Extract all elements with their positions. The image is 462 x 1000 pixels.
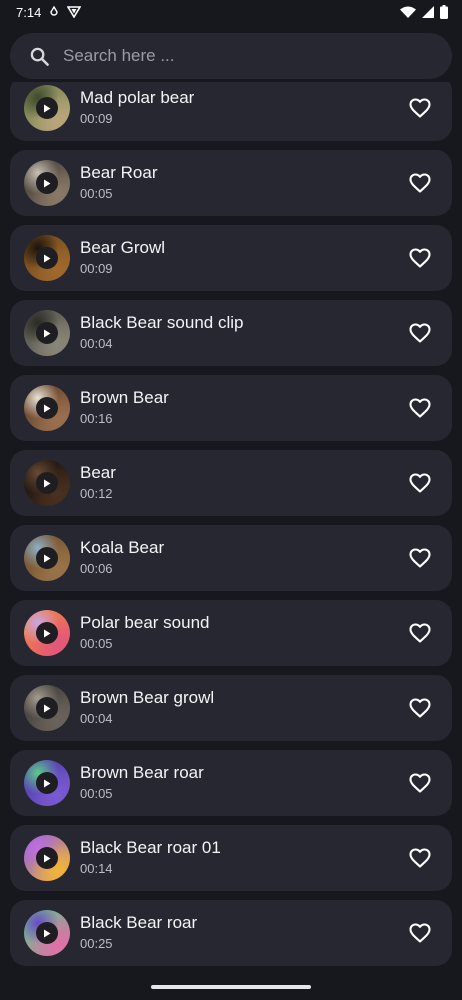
sound-thumbnail[interactable] [24,910,70,956]
sound-list-item[interactable]: Bear Roar 00:05 [10,150,452,216]
notification-drop-icon [50,6,59,16]
play-icon[interactable] [36,472,58,494]
sound-title: Black Bear roar [80,913,198,932]
heart-outline-icon[interactable] [408,696,432,720]
heart-outline-icon[interactable] [408,921,432,945]
sound-duration: 00:12 [80,486,113,501]
sound-title: Mad polar bear [80,88,195,107]
sound-title: Koala Bear [80,538,165,557]
sound-title: Black Bear sound clip [80,313,244,332]
play-icon[interactable] [36,922,58,944]
sound-list-item[interactable]: Brown Bear growl 00:04 [10,675,452,741]
heart-outline-icon[interactable] [408,846,432,870]
sound-title: Bear [80,463,116,482]
sound-thumbnail[interactable] [24,460,70,506]
sound-thumbnail[interactable] [24,610,70,656]
search-input[interactable] [63,46,403,66]
sound-thumbnail[interactable] [24,385,70,431]
sound-list-item[interactable]: Mad polar bear 00:09 [10,82,452,141]
sound-list-item[interactable]: Black Bear sound clip 00:04 [10,300,452,366]
sound-list-item[interactable]: Koala Bear 00:06 [10,525,452,591]
sound-list-item[interactable]: Brown Bear 00:16 [10,375,452,441]
sound-title: Polar bear sound [80,613,210,632]
signal-icon [422,6,434,18]
heart-outline-icon[interactable] [408,471,432,495]
sound-list-item[interactable]: Black Bear roar 00:25 [10,900,452,966]
heart-outline-icon[interactable] [408,96,432,120]
sound-title: Bear Roar [80,163,158,182]
sound-thumbnail[interactable] [24,760,70,806]
sound-list-item[interactable]: Bear Growl 00:09 [10,225,452,291]
play-icon[interactable] [36,397,58,419]
sound-thumbnail[interactable] [24,835,70,881]
sound-duration: 00:05 [80,636,113,651]
heart-outline-icon[interactable] [408,246,432,270]
wifi-icon [400,6,416,18]
play-icon[interactable] [36,622,58,644]
sound-duration: 00:04 [80,336,113,351]
sound-title: Brown Bear growl [80,688,215,707]
sound-title: Bear Growl [80,238,166,257]
play-icon[interactable] [36,247,58,269]
play-icon[interactable] [36,322,58,344]
sound-duration: 00:05 [80,186,113,201]
battery-icon [440,5,448,19]
status-time: 7:14 [16,4,42,20]
heart-outline-icon[interactable] [408,396,432,420]
heart-outline-icon[interactable] [408,171,432,195]
sound-thumbnail[interactable] [24,235,70,281]
status-bar: 7:14 [0,0,462,24]
sound-duration: 00:16 [80,411,113,426]
sound-list-item[interactable]: Polar bear sound 00:05 [10,600,452,666]
heart-outline-icon[interactable] [408,621,432,645]
sound-duration: 00:25 [80,936,113,951]
sound-duration: 00:06 [80,561,113,576]
search-bar[interactable] [10,33,452,79]
sound-duration: 00:09 [80,261,113,276]
sound-title: Brown Bear roar [80,763,204,782]
search-icon [30,47,49,66]
sound-thumbnail[interactable] [24,85,70,131]
shield-app-icon [67,6,82,18]
sound-list-item[interactable]: Bear 00:12 [10,450,452,516]
sound-list-item[interactable]: Black Bear roar 01 00:14 [10,825,452,891]
sound-list-item[interactable]: Brown Bear roar 00:05 [10,750,452,816]
play-icon[interactable] [36,547,58,569]
sound-duration: 00:05 [80,786,113,801]
sound-thumbnail[interactable] [24,160,70,206]
heart-outline-icon[interactable] [408,546,432,570]
play-icon[interactable] [36,772,58,794]
sound-thumbnail[interactable] [24,535,70,581]
sound-title: Black Bear roar 01 [80,838,221,857]
sound-title: Brown Bear [80,388,169,407]
heart-outline-icon[interactable] [408,771,432,795]
play-icon[interactable] [36,97,58,119]
status-right [400,5,448,19]
play-icon[interactable] [36,172,58,194]
heart-outline-icon[interactable] [408,321,432,345]
sound-duration: 00:09 [80,111,113,126]
navigation-handle[interactable] [151,985,311,989]
play-icon[interactable] [36,697,58,719]
status-left: 7:14 [16,4,82,20]
sound-thumbnail[interactable] [24,310,70,356]
sound-duration: 00:14 [80,861,113,876]
sound-thumbnail[interactable] [24,685,70,731]
sound-duration: 00:04 [80,711,113,726]
play-icon[interactable] [36,847,58,869]
sound-list[interactable]: Mad polar bear 00:09 Bear Roar 00:05 Bear Gr… [0,82,462,974]
